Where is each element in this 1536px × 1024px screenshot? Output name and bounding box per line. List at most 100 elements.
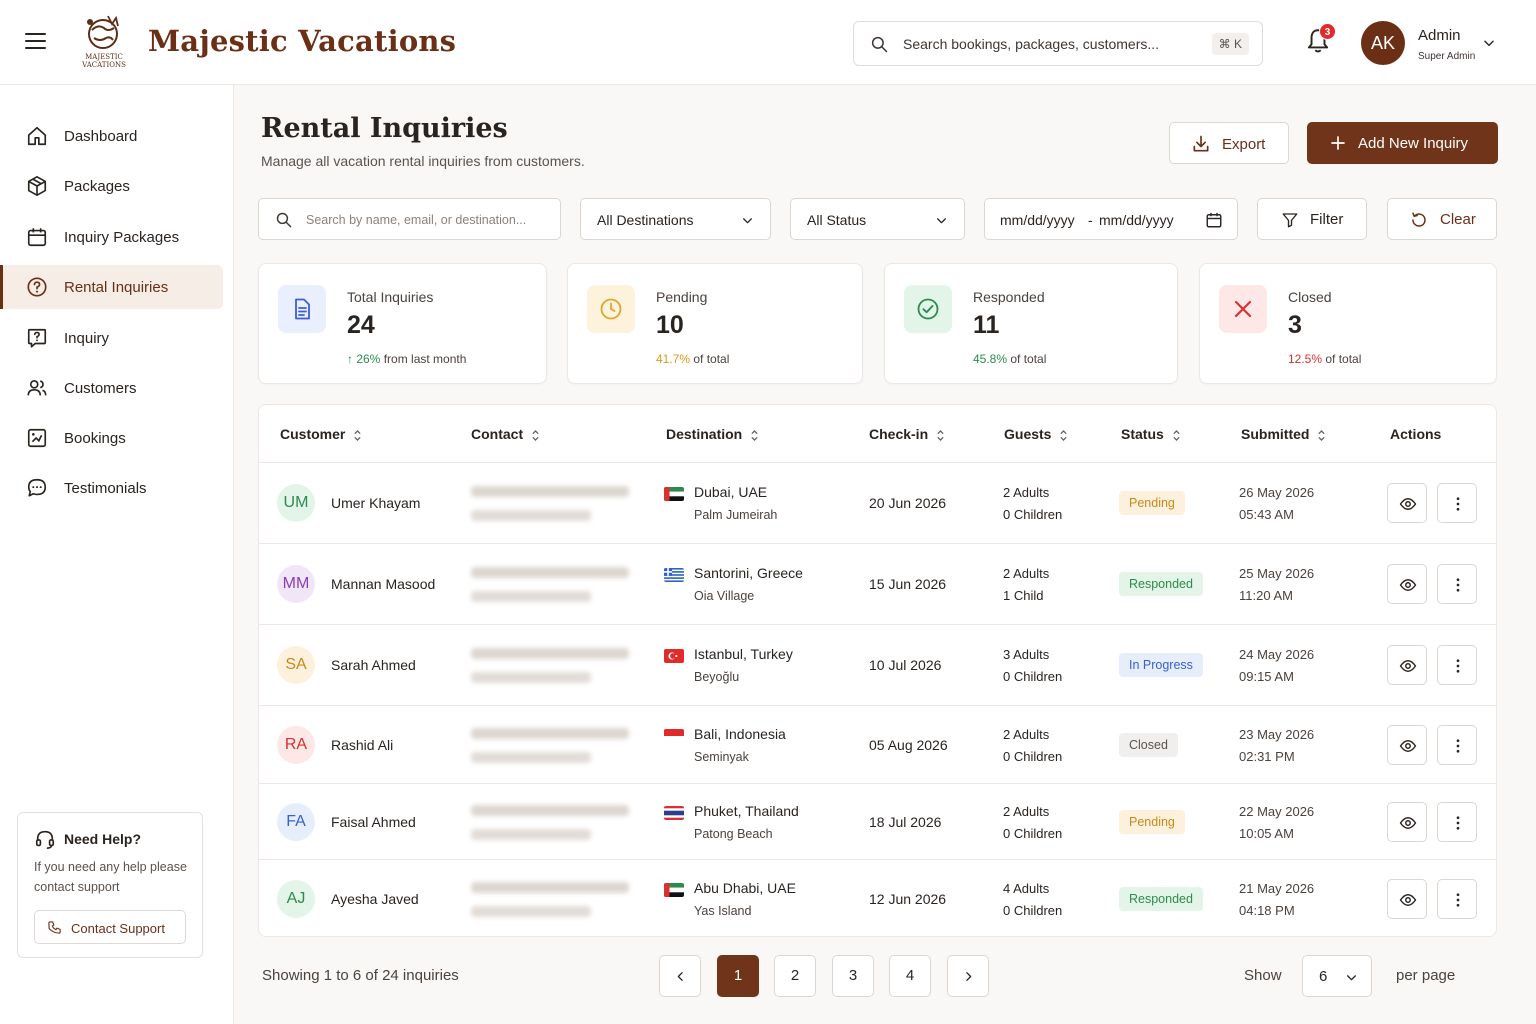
customer-name[interactable]: Sarah Ahmed: [331, 657, 416, 673]
column-header-submitted[interactable]: Submitted: [1241, 426, 1326, 442]
destination-area: Seminyak: [694, 750, 749, 764]
calendar-icon[interactable]: [1205, 211, 1223, 229]
stat-card-closed: Closed 3 12.5% of total: [1199, 263, 1497, 384]
sidebar-item-testimonials[interactable]: Testimonials: [0, 466, 223, 510]
view-button[interactable]: [1387, 483, 1427, 523]
destination-name: Abu Dhabi, UAE: [694, 880, 796, 896]
more-actions-button[interactable]: [1437, 564, 1477, 604]
stat-label: Pending: [656, 289, 708, 305]
column-header-destination[interactable]: Destination: [666, 426, 759, 442]
destination-name: Phuket, Thailand: [694, 803, 799, 819]
column-header-status[interactable]: Status: [1121, 426, 1181, 442]
table-row[interactable]: RA Rashid Ali Bali, Indonesia Seminyak 05 Au…: [259, 706, 1496, 784]
document-icon: [278, 285, 326, 333]
submitted-time: 04:18 PM: [1239, 903, 1295, 918]
table-row[interactable]: FA Faisal Ahmed Phuket, Thailand Patong Bea…: [259, 784, 1496, 860]
avatar[interactable]: AK: [1361, 21, 1405, 65]
page-button-1[interactable]: 1: [717, 955, 759, 997]
page-button-2[interactable]: 2: [774, 955, 816, 997]
chat-icon: [27, 478, 47, 497]
more-actions-button[interactable]: [1437, 725, 1477, 765]
filter-button[interactable]: Filter: [1257, 198, 1367, 240]
destination-select[interactable]: All Destinations: [580, 198, 771, 240]
home-icon: [27, 126, 47, 146]
guests-adults: 2 Adults: [1003, 566, 1050, 581]
destination-name: Bali, Indonesia: [694, 726, 786, 742]
user-role: Super Admin: [1418, 51, 1476, 62]
view-button[interactable]: [1387, 564, 1427, 604]
page-button-3[interactable]: 3: [832, 955, 874, 997]
table-row[interactable]: AJ Ayesha Javed Abu Dhabi, UAE Yas Island 12…: [259, 860, 1496, 938]
notifications-button[interactable]: 3: [1305, 23, 1336, 57]
view-button[interactable]: [1387, 725, 1427, 765]
search-input[interactable]: Search by name, email, or destination...: [258, 198, 561, 240]
phone-redacted: [471, 752, 591, 763]
guests-children: 0 Children: [1003, 669, 1063, 684]
column-header-checkin[interactable]: Check-in: [869, 426, 945, 442]
view-button[interactable]: [1387, 802, 1427, 842]
customer-name[interactable]: Rashid Ali: [331, 737, 393, 753]
submitted-date: 25 May 2026: [1239, 566, 1315, 581]
checkin-date: 15 Jun 2026: [869, 576, 947, 592]
table-row[interactable]: UM Umer Khayam Dubai, UAE Palm Jumeirah 20 J…: [259, 463, 1496, 544]
clear-button[interactable]: Clear: [1387, 198, 1497, 240]
sidebar-item-rental-inquiries[interactable]: Rental Inquiries: [0, 265, 223, 309]
customer-name[interactable]: Umer Khayam: [331, 495, 420, 511]
avatar: SA: [277, 646, 315, 684]
customer-name[interactable]: Ayesha Javed: [331, 891, 419, 907]
global-search-input[interactable]: Search bookings, packages, customers... …: [853, 21, 1263, 66]
status-select-value: All Status: [807, 212, 867, 228]
more-actions-button[interactable]: [1437, 802, 1477, 842]
status-select[interactable]: All Status: [790, 198, 965, 240]
customer-name[interactable]: Mannan Masood: [331, 576, 435, 592]
users-icon: [27, 380, 47, 396]
contact-support-button[interactable]: Contact Support: [34, 910, 186, 944]
pagination-summary: Showing 1 to 6 of 24 inquiries: [262, 967, 459, 984]
table-row[interactable]: SA Sarah Ahmed Istanbul, Turkey Beyoğlu 10 J…: [259, 625, 1496, 706]
sidebar-item-inquiry-packages[interactable]: Inquiry Packages: [0, 215, 223, 259]
phone-redacted: [471, 829, 591, 840]
column-header-contact[interactable]: Contact: [471, 426, 540, 442]
chevron-down-icon[interactable]: [1482, 36, 1496, 50]
sort-icon: [354, 429, 362, 441]
more-actions-button[interactable]: [1437, 483, 1477, 523]
table-row[interactable]: MM Mannan Masood Santorini, Greece Oia Vill…: [259, 544, 1496, 625]
brand-name: Majestic Vacations: [148, 24, 457, 58]
per-page-select[interactable]: 6: [1302, 955, 1372, 997]
per-page-label: per page: [1396, 967, 1456, 984]
stat-footnote: 45.8% of total: [973, 352, 1047, 366]
sidebar-item-label: Bookings: [64, 430, 126, 447]
next-page-button[interactable]: [947, 955, 989, 997]
column-header-guests[interactable]: Guests: [1004, 426, 1068, 442]
user-name[interactable]: Admin: [1418, 27, 1461, 44]
date-range-input[interactable]: mm/dd/yyyy - mm/dd/yyyy: [984, 198, 1238, 240]
submitted-time: 11:20 AM: [1239, 588, 1293, 603]
guests-children: 0 Children: [1003, 507, 1063, 522]
more-actions-button[interactable]: [1437, 879, 1477, 919]
sidebar-item-bookings[interactable]: Bookings: [0, 416, 223, 460]
search-icon: [871, 36, 888, 53]
sidebar-item-inquiry[interactable]: Inquiry: [0, 316, 223, 360]
view-button[interactable]: [1387, 879, 1427, 919]
view-button[interactable]: [1387, 645, 1427, 685]
sidebar-item-packages[interactable]: Packages: [0, 164, 223, 208]
guests-children: 0 Children: [1003, 749, 1063, 764]
prev-page-button[interactable]: [659, 955, 701, 997]
more-actions-button[interactable]: [1437, 645, 1477, 685]
column-header-customer[interactable]: Customer: [280, 426, 362, 442]
status-badge: Responded: [1119, 572, 1203, 596]
eye-icon: [1399, 894, 1417, 906]
menu-icon[interactable]: [25, 33, 46, 51]
page-button-4[interactable]: 4: [889, 955, 931, 997]
sidebar-item-dashboard[interactable]: Dashboard: [0, 114, 223, 158]
stat-label: Responded: [973, 289, 1045, 305]
export-button[interactable]: Export: [1169, 122, 1289, 164]
add-new-inquiry-button[interactable]: Add New Inquiry: [1307, 122, 1498, 164]
search-placeholder: Search by name, email, or destination...: [306, 213, 527, 227]
flag-icon: [664, 487, 684, 501]
guests-adults: 2 Adults: [1003, 485, 1050, 500]
customer-name[interactable]: Faisal Ahmed: [331, 814, 416, 830]
flag-icon: [664, 883, 684, 897]
sidebar-item-customers[interactable]: Customers: [0, 366, 223, 410]
refresh-icon: [1412, 212, 1426, 227]
